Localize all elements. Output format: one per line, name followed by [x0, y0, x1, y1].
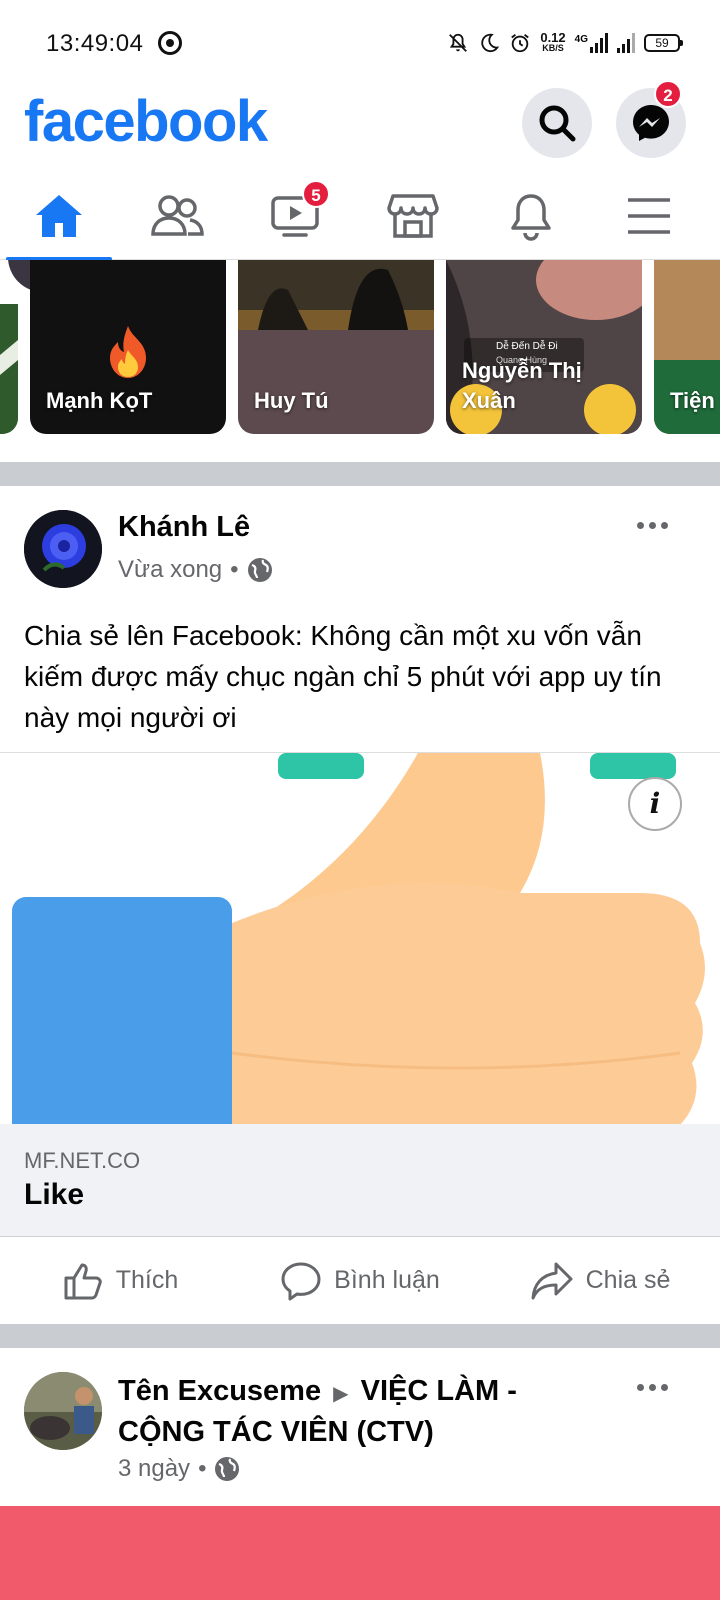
messenger-button[interactable]: 2	[616, 80, 686, 158]
globe-icon	[215, 1457, 240, 1481]
thumbs-up-illustration	[12, 753, 705, 1124]
tab-friends[interactable]	[118, 172, 236, 260]
tab-marketplace[interactable]	[354, 172, 472, 260]
like-button[interactable]: Thích	[0, 1237, 240, 1324]
post-image-preview[interactable]	[0, 1506, 720, 1600]
signal-icon	[590, 33, 608, 53]
story-card[interactable]: Huy Tú	[238, 260, 434, 434]
share-icon	[531, 1262, 573, 1299]
post-time: Vừa xong	[118, 556, 223, 583]
story-name: Tiện Cha	[670, 388, 720, 413]
post-time: 3 ngày	[118, 1455, 191, 1482]
post-meta: 3 ngày •	[118, 1455, 240, 1483]
rose-avatar-image	[24, 510, 102, 588]
stories-tray: + Mạnh KọT Huy Tú Dễ Đến Dễ Đi Quang Hùn…	[0, 260, 720, 462]
mute-bell-icon	[449, 33, 468, 52]
comment-button[interactable]: Bình luận	[240, 1237, 480, 1324]
music-title: Dễ Đến Dễ Đi	[496, 341, 558, 352]
alarm-icon	[511, 34, 530, 53]
tab-notifications[interactable]	[472, 172, 590, 260]
thumbs-up-icon	[64, 1263, 102, 1299]
search-icon	[539, 105, 576, 142]
story-name: Huy Tú	[254, 388, 329, 413]
network-speed-value: 0.12	[540, 30, 566, 45]
post-meta: Vừa xong •	[118, 556, 273, 584]
friends-icon	[151, 195, 204, 236]
author-photo	[24, 1372, 102, 1450]
vpn-status-icon	[158, 31, 182, 55]
app-header: facebook 2	[0, 80, 720, 166]
post-actions: Thích Bình luận Chia sẻ	[0, 1236, 720, 1324]
post-author-name[interactable]: Tên Excuseme	[118, 1375, 321, 1407]
post-author-avatar[interactable]	[24, 1372, 102, 1450]
tab-menu[interactable]	[590, 172, 708, 260]
post-options-button[interactable]	[637, 522, 668, 529]
ad-info-button[interactable]: i	[628, 777, 682, 831]
hamburger-icon	[628, 198, 670, 234]
comment-label: Bình luận	[334, 1266, 440, 1294]
post-author-name[interactable]: Khánh Lê	[118, 511, 250, 544]
share-button[interactable]: Chia sẻ	[480, 1237, 720, 1324]
meta-dot: •	[198, 1455, 207, 1482]
signal-2-icon	[617, 33, 635, 53]
feed-separator	[0, 1324, 720, 1348]
bell-icon	[511, 194, 551, 241]
status-icons: 0.12 KB/S 4G 59	[447, 28, 683, 58]
fire-icon	[110, 326, 146, 378]
nav-tabs: 5	[0, 172, 720, 261]
status-bar: 13:49:04 0.12 KB/S 4G 59	[0, 0, 720, 86]
link-preview[interactable]: MF.NET.CO Like	[0, 1124, 720, 1236]
feed-separator	[0, 462, 720, 486]
post-author-avatar[interactable]	[24, 510, 102, 588]
watch-badge: 5	[302, 180, 330, 208]
story-thumbnail	[238, 260, 434, 330]
moon-icon	[481, 33, 500, 53]
tab-home[interactable]	[0, 172, 118, 261]
post-text: Chia sẻ lên Facebook: Không cần một xu v…	[24, 620, 662, 733]
tab-watch[interactable]: 5	[236, 172, 354, 260]
battery-icon: 59	[644, 34, 683, 52]
arrow-icon: ▶	[333, 1383, 349, 1405]
share-label: Chia sẻ	[585, 1266, 671, 1294]
status-time: 13:49:04	[46, 30, 144, 57]
meta-dot: •	[230, 556, 239, 583]
search-button[interactable]	[522, 88, 592, 158]
comment-icon	[281, 1262, 321, 1300]
story-card-partial[interactable]: Tiện Cha	[654, 260, 720, 434]
globe-icon	[247, 558, 272, 582]
like-label: Thích	[115, 1266, 179, 1294]
home-icon	[36, 195, 82, 237]
store-icon	[387, 194, 439, 238]
messenger-badge: 2	[654, 80, 682, 108]
post-image[interactable]: i	[0, 752, 720, 1124]
network-speed: 0.12 KB/S	[540, 30, 566, 54]
story-name: Nguyễn Thị Xuân	[462, 358, 582, 413]
post-author-group[interactable]: Tên Excuseme ▶ VIỆC LÀM - CỘNG TÁC VIÊN …	[118, 1372, 588, 1451]
post-options-button[interactable]	[637, 1384, 668, 1391]
link-domain: MF.NET.CO	[24, 1148, 141, 1173]
story-name: Mạnh KọT	[46, 388, 153, 413]
network-type-label: 4G	[574, 34, 588, 45]
link-title: Like	[24, 1178, 85, 1211]
facebook-logo[interactable]: facebook	[24, 88, 268, 155]
story-card[interactable]: Dễ Đến Dễ Đi Quang Hùng Nguyễn Thị Xuân	[446, 260, 642, 434]
story-card[interactable]: Mạnh KọT	[30, 260, 226, 434]
mobile-signal-4g: 4G	[575, 33, 608, 53]
network-speed-unit: KB/S	[542, 43, 564, 53]
